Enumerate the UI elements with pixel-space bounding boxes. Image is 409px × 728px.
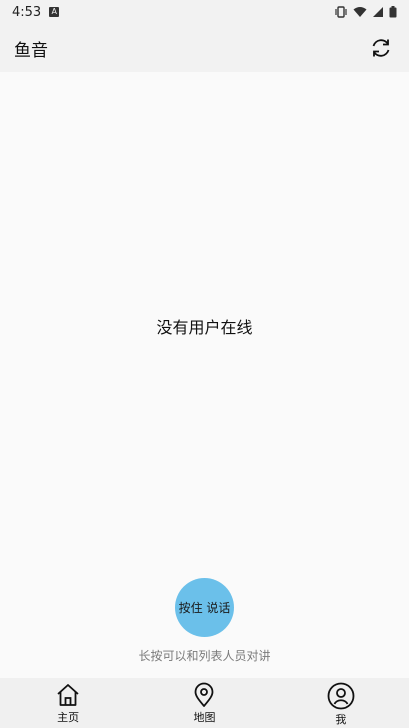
nav-label-map: 地图 <box>193 711 216 724</box>
refresh-button[interactable] <box>367 34 395 62</box>
app-bar: 鱼音 <box>0 24 409 72</box>
talk-hint: 长按可以和列表人员对讲 <box>138 649 271 663</box>
empty-state-message: 没有用户在线 <box>156 318 253 337</box>
nav-item-me[interactable]: 我 <box>273 678 409 728</box>
refresh-icon <box>372 39 390 57</box>
user-icon <box>327 682 355 710</box>
nav-label-me: 我 <box>335 713 347 726</box>
vibrate-icon <box>335 6 347 18</box>
notification-icon: A <box>49 7 60 17</box>
wifi-icon <box>353 7 367 17</box>
status-icons <box>334 6 397 18</box>
app-title: 鱼音 <box>14 40 48 61</box>
signal-icon <box>373 7 383 17</box>
nav-item-map[interactable]: 地图 <box>136 678 272 728</box>
status-time: 4:53 <box>12 4 42 20</box>
battery-icon <box>389 6 397 18</box>
app-screen: 4:53 A 鱼音 没有用户在线 按住 说话 长按可以和列表人员对讲 主页 地图… <box>0 0 409 728</box>
nav-item-home[interactable]: 主页 <box>0 678 136 728</box>
status-bar: 4:53 A <box>0 0 409 24</box>
push-to-talk-button[interactable]: 按住 说话 <box>175 578 234 637</box>
bottom-nav: 主页 地图 我 <box>0 678 409 728</box>
nav-label-home: 主页 <box>57 711 80 724</box>
home-icon <box>57 684 79 706</box>
map-pin-icon <box>195 682 214 707</box>
